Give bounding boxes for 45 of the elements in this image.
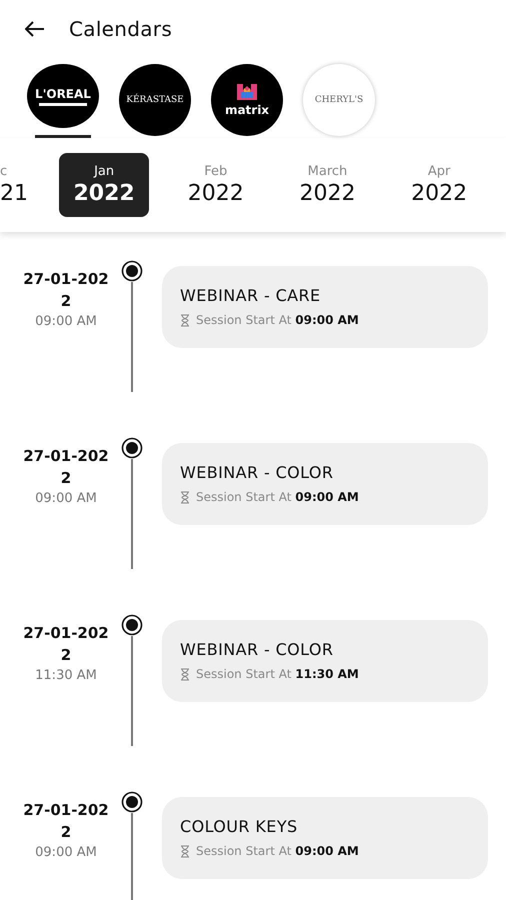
event-time: 09:00 AM [35,314,97,329]
event-time: 09:00 AM [35,845,97,860]
session-start-text: Session Start At 09:00 AM [196,490,359,504]
session-start-text: Session Start At 09:00 AM [196,844,359,858]
month-tab[interactable]: Apr 2022 [394,153,484,217]
month-tab[interactable]: Feb 2022 [170,153,261,217]
event-card[interactable]: COLOUR KEYS Session Start At 09:00 AM [162,797,488,879]
event-title: WEBINAR - COLOR [180,463,334,482]
event-card[interactable]: WEBINAR - COLOR Session Start At 09:00 AM [162,443,488,525]
event-date: 27-01-2022 [22,800,110,843]
colour-mark-icon [236,83,258,101]
brand-name: KÉRASTASE [126,95,184,105]
month-tab[interactable]: c 21 [0,153,30,217]
hourglass-icon [180,314,190,326]
brand-logo[interactable]: L'OREAL [27,64,99,128]
page-title: Calendars [69,17,172,41]
timeline-dot-icon [121,791,143,813]
event-title: WEBINAR - CARE [180,286,322,305]
brand-name: L'OREAL [35,86,91,101]
timeline-dot-icon [121,437,143,459]
brand-logo[interactable]: matrix [211,64,283,136]
brand-name: CHERYL'S [314,95,364,105]
event-date: 27-01-2022 [22,446,110,489]
brand-name: matrix [224,103,270,117]
event-card[interactable]: WEBINAR - CARE Session Start At 09:00 AM [162,266,488,348]
session-start-text: Session Start At 09:00 AM [196,313,359,327]
event-time: 09:00 AM [35,491,97,506]
event-time: 11:30 AM [35,668,97,683]
timeline-dot-icon [121,260,143,282]
back-arrow-icon[interactable] [25,21,45,37]
month-tab[interactable]: March 2022 [282,153,372,217]
event-title: COLOUR KEYS [180,817,299,836]
event-date: 27-01-2022 [22,623,110,666]
brand-logo[interactable]: CHERYL'S [303,64,375,136]
event-title: WEBINAR - COLOR [180,640,334,659]
timeline-dot-icon [121,614,143,636]
brand-banner [39,102,87,106]
hourglass-icon [180,668,190,680]
hourglass-icon [180,490,190,504]
session-start-text: Session Start At 11:30 AM [196,667,359,681]
event-card[interactable]: WEBINAR - COLOR Session Start At 11:30 AM [162,620,488,702]
hourglass-icon [180,844,190,858]
brand-logo[interactable]: KÉRASTASE [119,64,191,136]
month-tab[interactable]: Jan 2022 [59,153,149,217]
event-date: 27-01-2022 [22,269,110,312]
